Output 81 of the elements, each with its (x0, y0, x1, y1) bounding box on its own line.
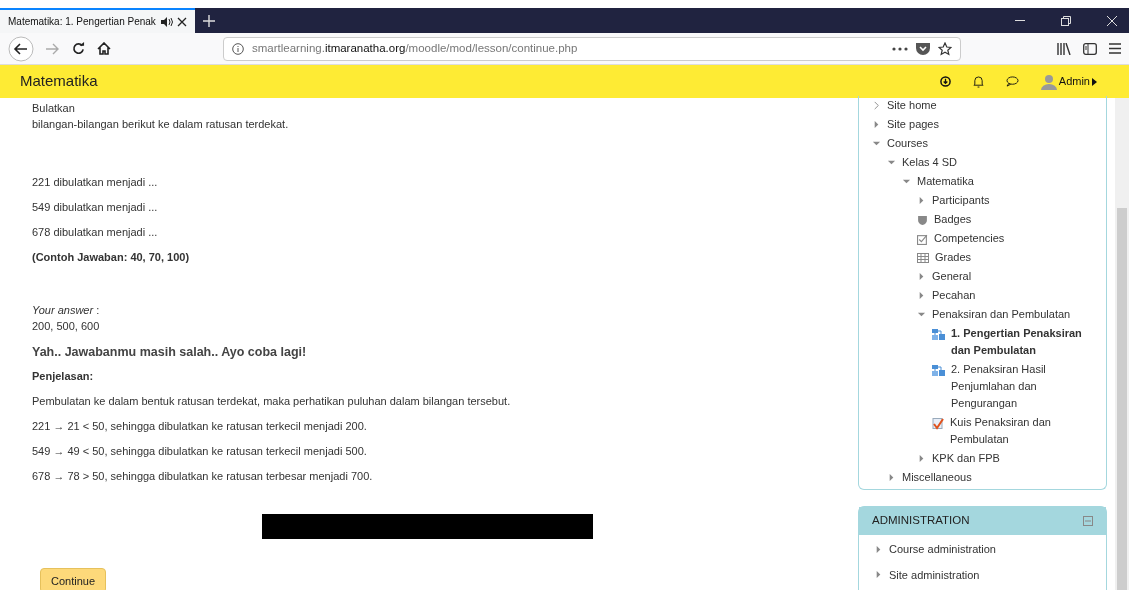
library-icon[interactable] (1057, 42, 1071, 55)
expand-triangle-icon[interactable] (874, 570, 883, 580)
navigation-item[interactable]: Participants (932, 192, 990, 209)
lesson-icon (932, 329, 945, 341)
quiz-icon (932, 418, 944, 430)
tab-title: Matematika: 1. Pengertian Penak (8, 15, 157, 29)
expand-triangle-icon[interactable] (887, 473, 896, 482)
navigation-item[interactable]: Course administration (889, 541, 996, 558)
sidebar-icon[interactable] (1083, 42, 1097, 55)
new-tab-icon[interactable] (203, 14, 215, 27)
collapse-triangle-icon[interactable] (917, 310, 926, 319)
navigation-item[interactable]: Grades (935, 249, 972, 266)
navigation-item[interactable]: Penaksiran dan Pembulatan (932, 306, 1071, 323)
minimize-icon[interactable] (1015, 19, 1025, 22)
speaker-icon[interactable] (161, 16, 173, 27)
caret-icon (1092, 77, 1097, 86)
expand-triangle-icon[interactable] (917, 272, 926, 281)
question-item: 678 dibulatkan menjadi ... (32, 225, 159, 240)
navigation-item[interactable]: Kelas 4 SD (902, 154, 958, 171)
address-bar[interactable]: smartlearning.itmaranatha.org/moodle/mod/lesson/continue.php (223, 36, 961, 61)
answer-label: Your answer : (32, 303, 101, 318)
question-text: Bulatkan (32, 101, 76, 116)
info-icon[interactable] (232, 42, 244, 55)
collapse-triangle-icon[interactable] (872, 139, 881, 148)
explanation-text: 678 → 78 > 50, sehingga dibulatkan ke ratusan terbesar menjadi 700. (32, 469, 374, 484)
block-title: ADMINISTRATION (872, 513, 971, 529)
explanation-text: Pembulatan ke dalam bentuk ratusan terdekat, maka perhatikan puluhan dalam bilangan tersebut. (32, 394, 512, 409)
expand-triangle-icon[interactable] (917, 196, 926, 205)
navigation-item[interactable]: Competencies (934, 230, 1005, 247)
user-avatar-icon (1040, 73, 1057, 90)
home-icon[interactable] (97, 42, 111, 55)
close-icon[interactable] (177, 16, 187, 27)
chat-icon[interactable] (1005, 76, 1019, 87)
continue-button[interactable]: Continue (40, 568, 107, 590)
question-item: 549 dibulatkan menjadi ... (32, 200, 159, 215)
shield-icon (917, 215, 928, 226)
question-text: bilangan-bilangan berikut ke dalam ratusan terdekat. (32, 117, 290, 132)
download-icon[interactable] (939, 76, 951, 87)
bell-icon[interactable] (972, 75, 984, 88)
feedback-message: Yah.. Jawabanmu masih salah.. Ayo coba lagi! (32, 344, 308, 360)
expand-triangle-icon[interactable] (872, 120, 881, 129)
answer-value: 200, 500, 600 (32, 319, 101, 334)
chevron-icon (872, 101, 881, 110)
lesson-icon (932, 365, 945, 377)
table-icon (917, 253, 929, 263)
explanation-text: 221 → 21 < 50, sehingga dibulatkan ke ratusan terkecil menjadi 200. (32, 419, 368, 434)
menu-icon[interactable] (1109, 43, 1121, 54)
navigation-item[interactable]: Badges (934, 211, 972, 228)
expand-triangle-icon[interactable] (874, 544, 883, 554)
activity-link[interactable]: Kuis Penaksiran dan Pembulatan (950, 414, 1102, 448)
navigation-item[interactable]: General (932, 268, 972, 285)
pocket-icon[interactable] (916, 42, 930, 55)
star-icon[interactable] (938, 41, 952, 56)
activity-link[interactable]: 2. Penaksiran Hasil Penjumlahan dan Pengurangan (951, 361, 1102, 412)
collapse-triangle-icon[interactable] (902, 177, 911, 186)
question-item: 221 dibulatkan menjadi ... (32, 175, 159, 190)
navigation-item[interactable]: Site administration (889, 566, 980, 583)
restore-icon[interactable] (1061, 15, 1071, 26)
navigation-item[interactable]: Miscellaneous (902, 469, 972, 486)
expand-triangle-icon[interactable] (917, 454, 926, 463)
navigation-item[interactable]: Site home (887, 97, 937, 114)
activity-link[interactable]: 1. Pengertian Penaksiran dan Pembulatan (951, 325, 1102, 359)
navigation-item[interactable]: Site pages (887, 116, 939, 133)
expand-triangle-icon[interactable] (917, 291, 926, 300)
explanation-text: 549 → 49 < 50, sehingga dibulatkan ke ratusan terkecil menjadi 500. (32, 444, 368, 459)
reload-icon[interactable] (72, 42, 85, 55)
navigation-item[interactable]: Pecahan (932, 287, 976, 304)
collapse-triangle-icon[interactable] (887, 158, 896, 167)
back-icon[interactable] (8, 35, 34, 62)
navigation-item[interactable]: Matematika (917, 173, 974, 190)
checkbox-icon (917, 234, 928, 245)
site-name[interactable]: Matematika (20, 70, 98, 93)
browser-tab[interactable]: Matematika: 1. Pengertian Penak (0, 8, 195, 33)
navigation-item[interactable]: KPK dan FPB (932, 450, 1000, 467)
more-icon[interactable] (892, 46, 908, 51)
user-menu[interactable]: Admin (1040, 73, 1097, 90)
navigation-item[interactable]: Courses (887, 135, 928, 152)
url-text: smartlearning.itmaranatha.org/moodle/mod/lesson/continue.php (252, 40, 579, 56)
scrollbar-thumb[interactable] (1117, 208, 1127, 590)
explanation-title: Penjelasan: (32, 369, 95, 384)
example-answer: (Contoh Jawaban: 40, 70, 100) (32, 250, 191, 265)
